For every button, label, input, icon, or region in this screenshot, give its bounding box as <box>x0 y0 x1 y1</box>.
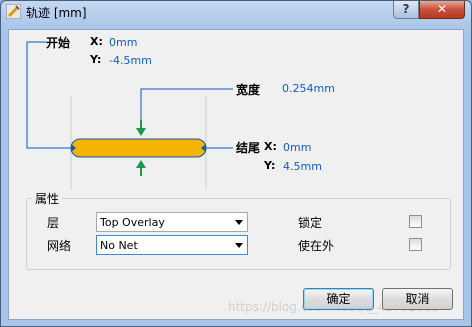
width-label: 宽度 <box>236 83 261 97</box>
locked-checkbox[interactable] <box>409 215 422 228</box>
cancel-button[interactable]: 取消 <box>382 288 453 310</box>
properties-group <box>26 198 451 270</box>
track-diagram <box>26 41 233 190</box>
track-app-icon <box>6 4 21 19</box>
start-x-value[interactable]: 0mm <box>109 36 137 49</box>
close-icon: ✕ <box>436 2 448 16</box>
start-x-label: X: <box>90 35 103 48</box>
end-y-value[interactable]: 4.5mm <box>283 160 322 173</box>
window-title: 轨迹 [mm] <box>26 6 87 20</box>
net-label: 网络 <box>47 239 72 253</box>
net-select[interactable]: No Net <box>96 235 248 255</box>
layer-select[interactable]: Top Overlay <box>96 212 248 232</box>
end-x-label: X: <box>264 140 277 153</box>
width-leader-line <box>140 88 233 133</box>
chevron-down-icon <box>235 243 243 248</box>
help-icon: ? <box>402 2 410 16</box>
keepout-label: 使在外 <box>298 239 335 253</box>
ok-button[interactable]: 确定 <box>303 288 374 310</box>
width-value[interactable]: 0.254mm <box>282 82 335 95</box>
dialog-client-area: 开始 X: 0mm Y: -4.5mm 宽度 0.254mm 结尾 X: 0mm… <box>8 29 464 320</box>
help-button[interactable]: ? <box>393 1 419 19</box>
close-button[interactable]: ✕ <box>419 1 465 19</box>
keepout-checkbox[interactable] <box>409 238 422 251</box>
track-dialog-window: 轨迹 [mm] ? ✕ 开始 X: 0mm Y: -4.5mm 宽度 0.254… <box>0 0 472 327</box>
end-label: 结尾 <box>236 141 261 155</box>
layer-select-value: Top Overlay <box>100 216 165 229</box>
width-arrow-top-head <box>136 128 146 136</box>
start-y-value[interactable]: -4.5mm <box>109 54 152 67</box>
start-y-label: Y: <box>90 53 102 66</box>
track-body <box>70 138 207 158</box>
start-label: 开始 <box>46 36 71 50</box>
net-select-value: No Net <box>100 239 138 252</box>
layer-label: 层 <box>47 216 60 230</box>
properties-group-title: 属性 <box>32 190 63 207</box>
start-leader-line <box>26 41 71 149</box>
end-y-label: Y: <box>264 159 276 172</box>
title-bar[interactable]: 轨迹 [mm] ? ✕ <box>1 1 471 23</box>
chevron-down-icon <box>235 220 243 225</box>
locked-label: 锁定 <box>298 216 323 230</box>
width-arrow-bottom-head <box>136 160 146 168</box>
end-x-value[interactable]: 0mm <box>283 141 311 154</box>
